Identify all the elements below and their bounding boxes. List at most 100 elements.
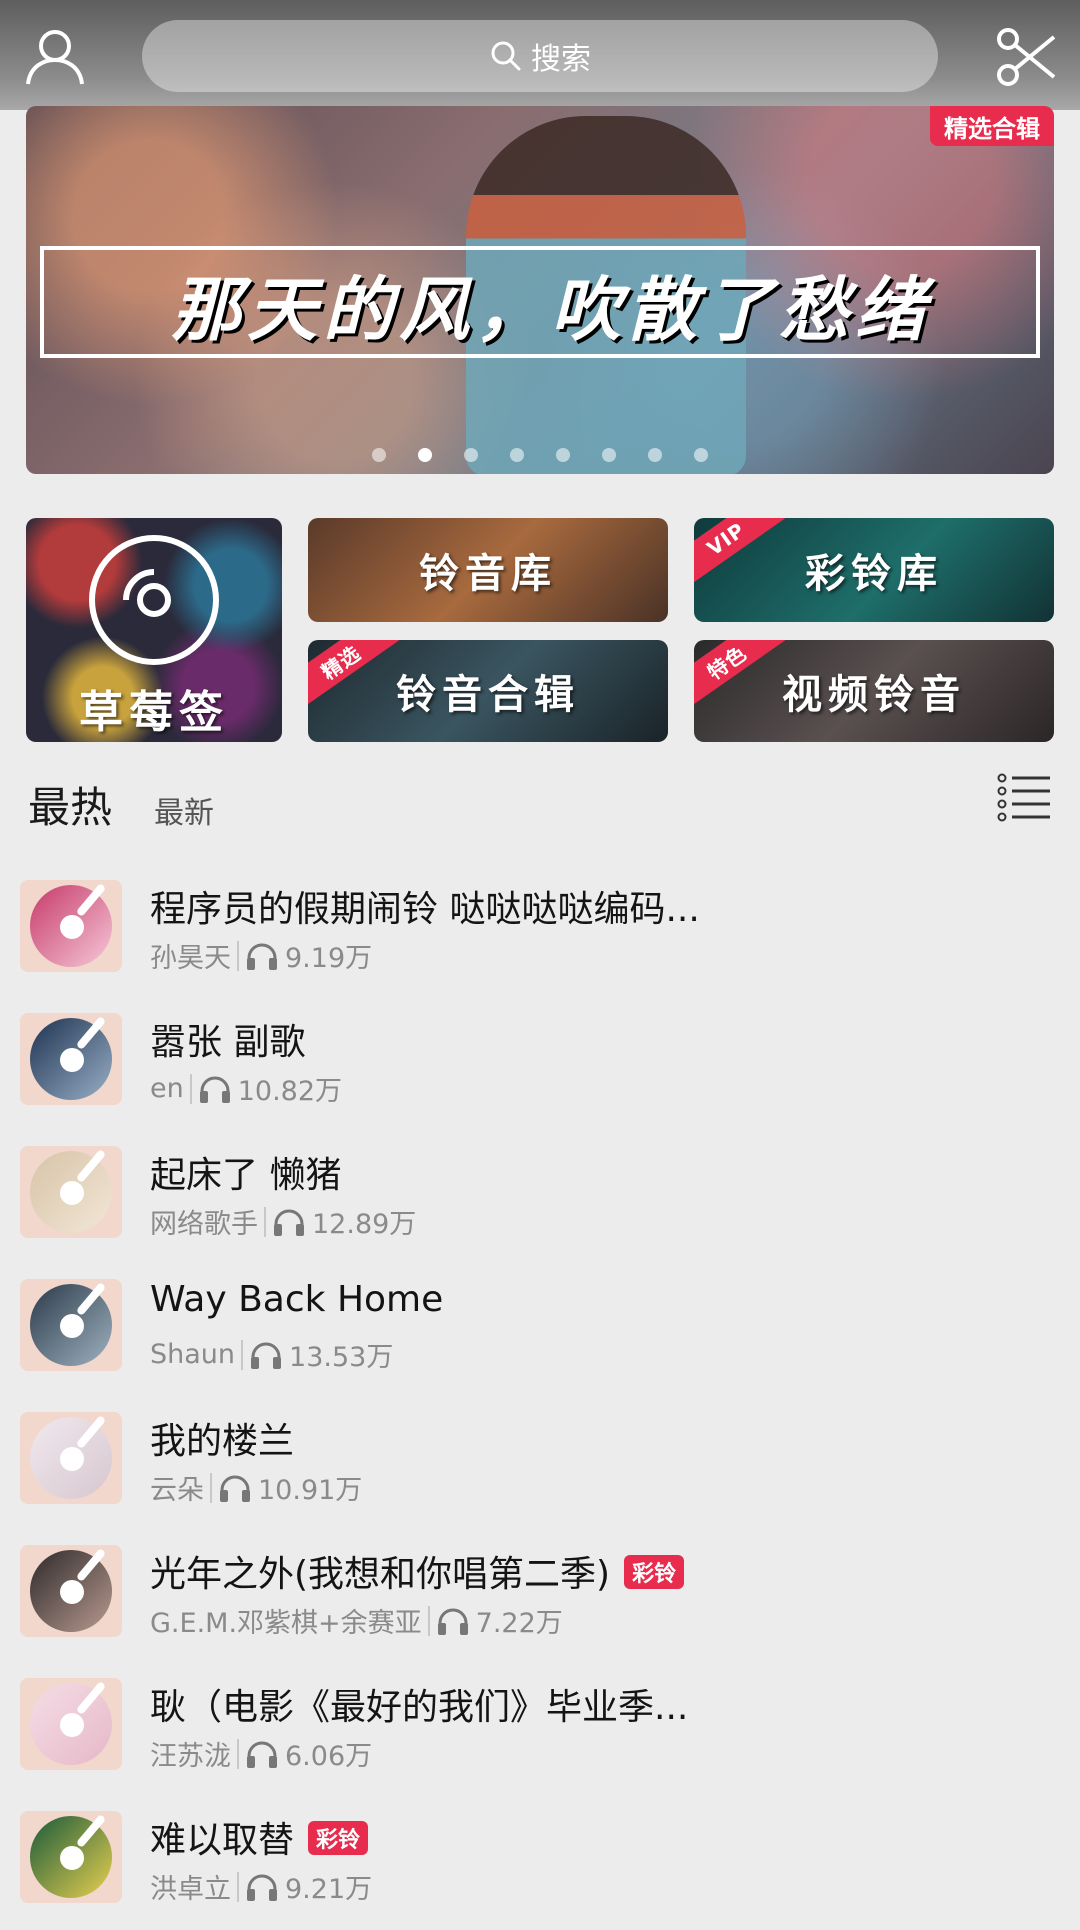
song-cover[interactable] <box>20 1146 122 1238</box>
song-row[interactable]: 耿（电影《最好的我们》毕业季... 汪苏泷 6.06万 <box>0 1664 1080 1797</box>
play-count: 6.06万 <box>285 1741 373 1772</box>
song-artist: 洪卓立 <box>150 1874 231 1905</box>
song-title: 程序员的假期闹铃 哒哒哒哒编码... <box>150 880 1050 932</box>
play-count: 7.22万 <box>475 1608 563 1639</box>
song-row[interactable]: Way Back Home Shaun 13.53万 <box>0 1265 1080 1398</box>
banner-pagination <box>26 448 1054 462</box>
vip-corner-badge: VIP <box>694 518 785 588</box>
cailing-badge: 彩铃 <box>308 1821 369 1855</box>
play-count: 13.53万 <box>289 1342 394 1373</box>
category-label: 铃音合辑 <box>396 672 580 718</box>
headphones-icon <box>274 1209 304 1236</box>
pagination-dot[interactable] <box>648 448 662 462</box>
user-icon <box>26 30 84 85</box>
search-bar[interactable]: 搜索 <box>142 20 938 92</box>
tab-hot[interactable]: 最热 <box>28 774 112 835</box>
song-title: Way Back Home <box>150 1279 1050 1320</box>
scissors-button[interactable] <box>990 22 1062 92</box>
list-header: 最热 最新 <box>26 770 1054 836</box>
category-shipinlingyin[interactable]: 特色 视频铃音 <box>694 640 1054 742</box>
song-title-text: 耿（电影《最好的我们》毕业季... <box>150 1687 689 1728</box>
pagination-dot[interactable] <box>372 448 386 462</box>
banner-tag: 精选合辑 <box>930 106 1054 146</box>
divider <box>264 1206 266 1237</box>
category-label: 铃音库 <box>419 551 557 597</box>
category-label: 彩铃库 <box>805 551 943 597</box>
cailing-badge: 彩铃 <box>624 1555 685 1589</box>
cover-art <box>30 885 112 967</box>
song-row[interactable]: 难以取替 彩铃洪卓立 9.21万 <box>0 1797 1080 1930</box>
category-label: 草莓签 <box>79 687 229 738</box>
song-row[interactable]: 程序员的假期闹铃 哒哒哒哒编码... 孙昊天 9.19万 <box>0 866 1080 999</box>
pagination-dot[interactable] <box>464 448 478 462</box>
category-label: 视频铃音 <box>782 672 966 718</box>
cover-art <box>30 1018 112 1100</box>
song-meta: 汪苏泷 6.06万 <box>150 1734 372 1773</box>
cover-art <box>30 1550 112 1632</box>
featured-banner[interactable]: 那天的风，吹散了愁绪 精选合辑 <box>26 106 1054 474</box>
category-cailingku[interactable]: VIP 彩铃库 <box>694 518 1054 622</box>
headphones-icon <box>251 1342 282 1369</box>
song-cover[interactable] <box>20 1545 122 1637</box>
list-icon[interactable] <box>996 772 1052 824</box>
cover-art <box>30 1683 112 1765</box>
song-cover[interactable] <box>20 1279 122 1371</box>
scissors-icon <box>997 28 1056 86</box>
song-row[interactable]: 嚣张 副歌 en 10.82万 <box>0 999 1080 1132</box>
pagination-dot[interactable] <box>694 448 708 462</box>
search-placeholder: 搜索 <box>531 42 591 77</box>
pagination-dot[interactable] <box>418 448 432 462</box>
song-title-text: 我的楼兰 <box>150 1421 295 1462</box>
play-count: 9.19万 <box>285 943 373 974</box>
headphones-icon <box>220 1475 250 1502</box>
song-row[interactable]: 我的楼兰云朵 10.91万 <box>0 1398 1080 1531</box>
song-title-text: 光年之外(我想和你唱第二季) <box>150 1554 611 1595</box>
song-title-text: 程序员的假期闹铃 哒哒哒哒编码... <box>150 889 700 930</box>
category-caomeiqian[interactable]: 草莓签 <box>26 518 282 742</box>
user-button[interactable] <box>18 22 92 92</box>
headphones-icon <box>247 943 277 970</box>
pagination-dot[interactable] <box>510 448 524 462</box>
pagination-dot[interactable] <box>602 448 616 462</box>
song-title: 起床了 懒猪 <box>150 1146 1050 1198</box>
pagination-dot[interactable] <box>556 448 570 462</box>
play-count: 12.89万 <box>312 1209 417 1240</box>
song-title-text: 难以取替 <box>150 1820 295 1861</box>
song-artist: 孙昊天 <box>150 943 231 974</box>
song-meta: en 10.82万 <box>150 1069 342 1108</box>
play-count: 10.91万 <box>258 1475 363 1506</box>
song-artist: 云朵 <box>150 1475 204 1506</box>
song-title-text: 嚣张 副歌 <box>150 1022 306 1063</box>
song-cover[interactable] <box>20 1678 122 1770</box>
featured-corner-badge: 精选 <box>308 640 399 710</box>
headphones-icon <box>247 1741 277 1768</box>
song-meta: G.E.M.邓紫棋+余赛亚 7.22万 <box>150 1601 563 1640</box>
song-artist: Shaun <box>150 1339 236 1370</box>
song-title: 我的楼兰 <box>150 1412 1050 1464</box>
top-bar: 搜索 <box>0 0 1080 110</box>
song-cover[interactable] <box>20 1013 122 1105</box>
divider <box>241 1339 244 1370</box>
tab-new[interactable]: 最新 <box>154 788 214 832</box>
song-title: 光年之外(我想和你唱第二季) 彩铃 <box>150 1545 1050 1597</box>
song-cover[interactable] <box>20 1811 122 1903</box>
song-row[interactable]: 光年之外(我想和你唱第二季) 彩铃 G.E.M.邓紫棋+余赛亚 7.22万 <box>0 1531 1080 1664</box>
song-title: 耿（电影《最好的我们》毕业季... <box>150 1678 1050 1730</box>
divider <box>427 1605 430 1636</box>
song-row[interactable]: 起床了 懒猪网络歌手 12.89万 <box>0 1132 1080 1265</box>
song-cover[interactable] <box>20 880 122 972</box>
song-meta: 云朵 10.91万 <box>150 1468 362 1507</box>
divider <box>237 1738 239 1769</box>
special-corner-badge: 特色 <box>694 640 785 710</box>
search-icon <box>491 41 521 71</box>
category-lingyinheji[interactable]: 精选 铃音合辑 <box>308 640 668 742</box>
play-count: 9.21万 <box>285 1874 373 1905</box>
song-title-text: 起床了 懒猪 <box>150 1155 342 1196</box>
song-cover[interactable] <box>20 1412 122 1504</box>
headphones-icon <box>437 1608 468 1635</box>
song-meta: 网络歌手 12.89万 <box>150 1202 416 1241</box>
disc-icon <box>89 535 219 665</box>
song-title: 难以取替 彩铃 <box>150 1811 1050 1863</box>
divider <box>189 1073 192 1104</box>
category-lingyinku[interactable]: 铃音库 <box>308 518 668 622</box>
